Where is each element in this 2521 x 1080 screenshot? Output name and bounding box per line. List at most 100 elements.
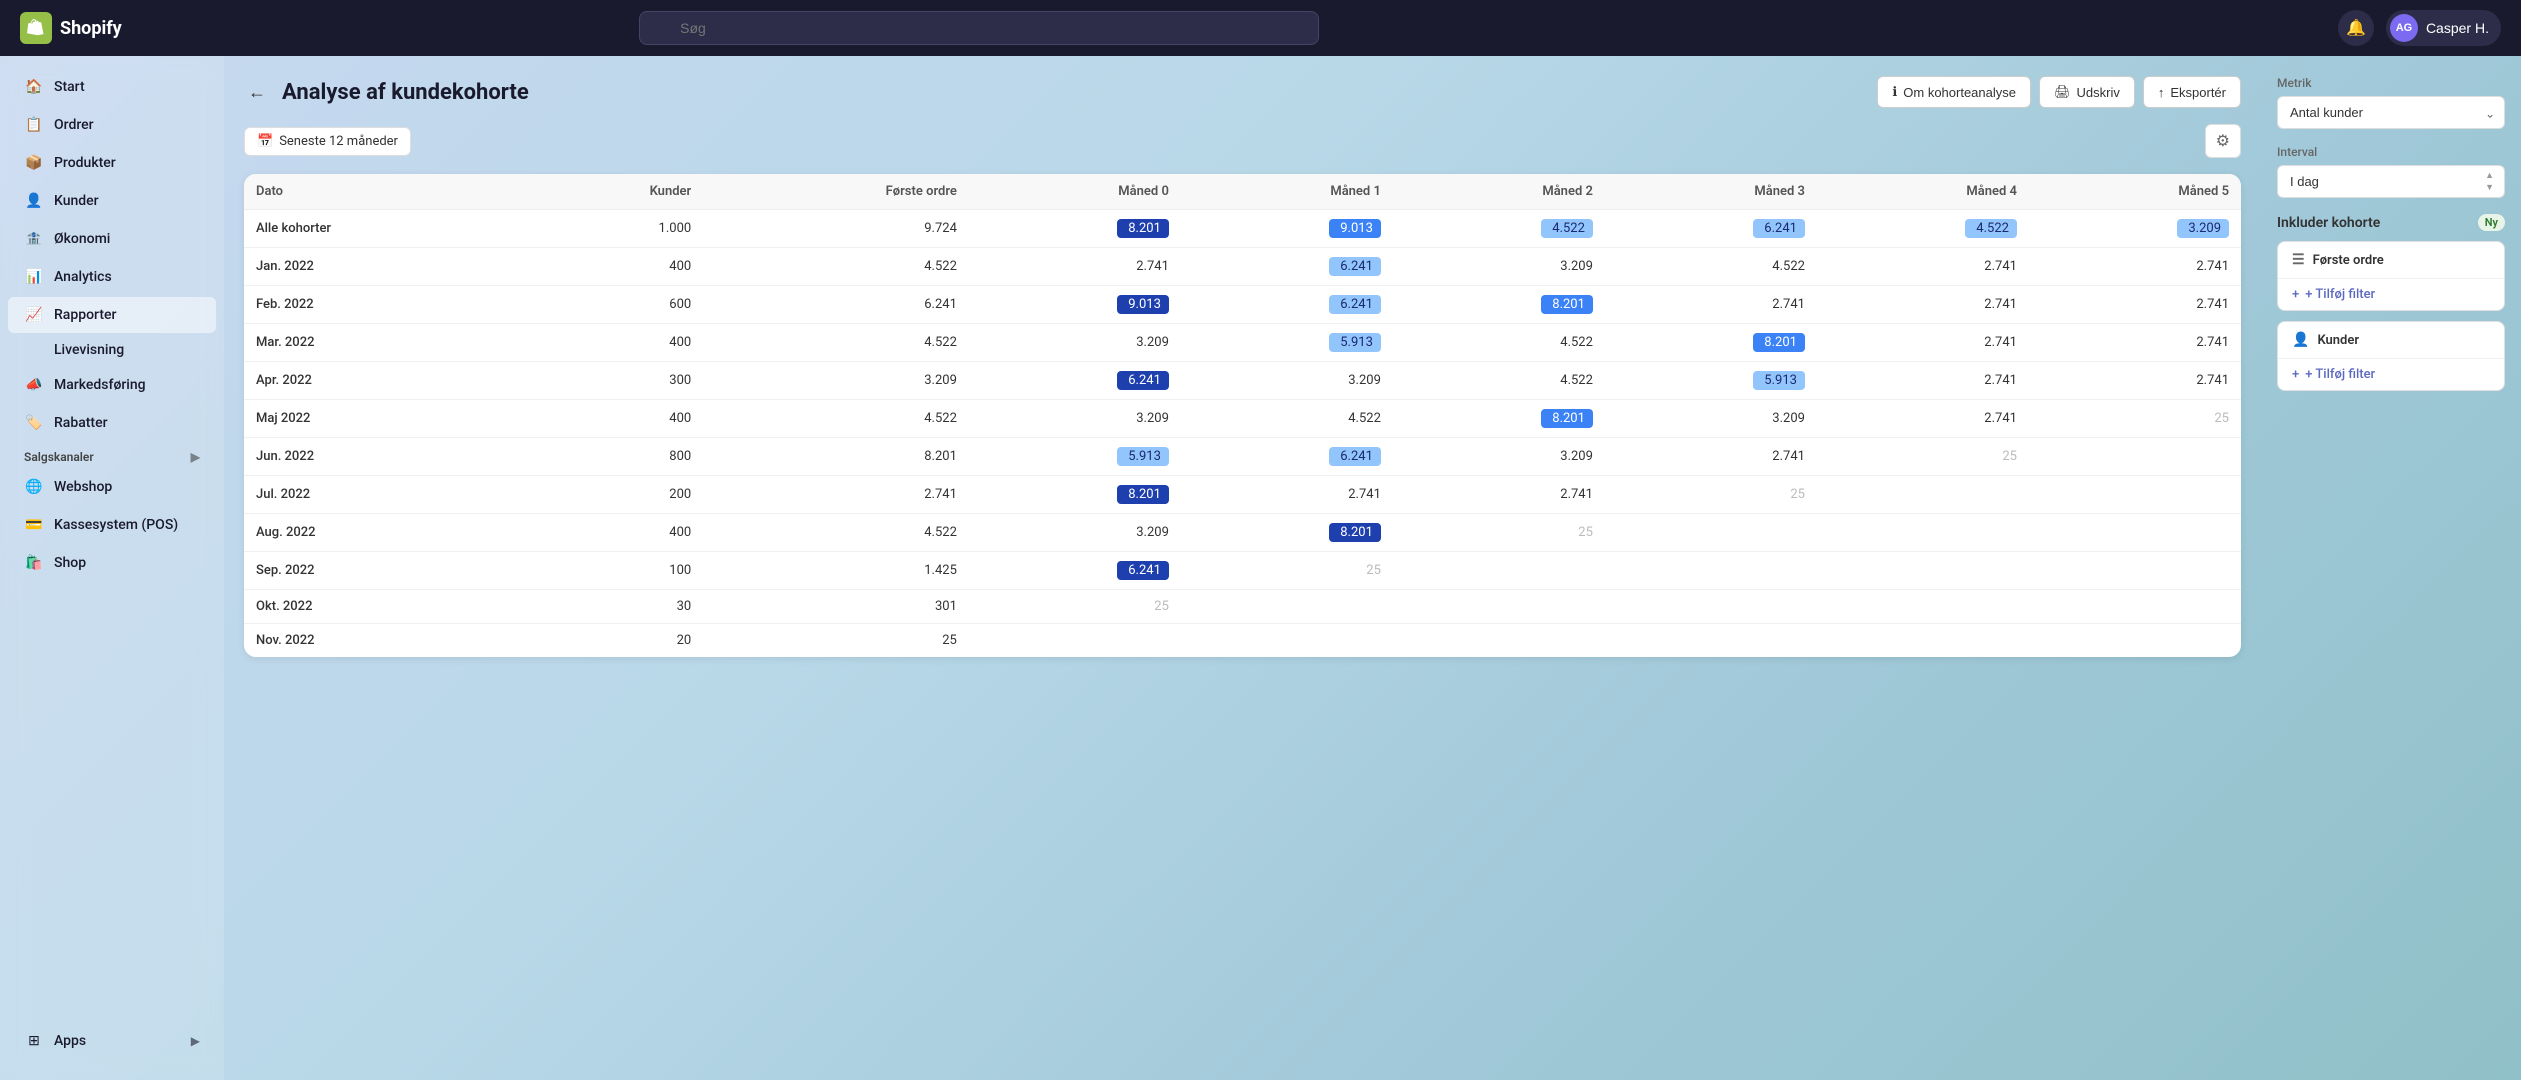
table-row: Okt. 20223030125	[244, 590, 2241, 624]
cell-m3	[1605, 590, 1817, 624]
pos-icon: 💳	[24, 515, 44, 535]
cell-forste: 4.522	[703, 248, 969, 286]
cell-m5: 2.741	[2029, 362, 2241, 400]
sidebar-item-ordrer[interactable]: 📋 Ordrer	[8, 107, 216, 143]
cell-m5: 2.741	[2029, 286, 2241, 324]
cell-forste: 9.724	[703, 210, 969, 248]
table-row: Sep. 20221001.4256.24125	[244, 552, 2241, 590]
sidebar-item-webshop[interactable]: 🌐 Webshop	[8, 469, 216, 505]
search-input[interactable]	[639, 11, 1319, 45]
notifications-button[interactable]: 🔔	[2338, 10, 2374, 46]
sidebar-item-kunder[interactable]: 👤 Kunder	[8, 183, 216, 219]
cell-m2	[1393, 590, 1605, 624]
table-scroll[interactable]: Dato Kunder Første ordre Måned 0 Måned 1…	[244, 174, 2241, 657]
list-icon: ☰	[2292, 252, 2305, 268]
cell-dato: Nov. 2022	[244, 624, 520, 658]
cell-m3: 25	[1605, 476, 1817, 514]
cell-m1	[1181, 624, 1393, 658]
sidebar-item-analytics[interactable]: 📊 Analytics	[8, 259, 216, 295]
cell-m1: 2.741	[1181, 476, 1393, 514]
cell-forste: 6.241	[703, 286, 969, 324]
sidebar-item-shop[interactable]: 🛍️ Shop	[8, 545, 216, 581]
settings-icon: ⚙	[2216, 133, 2230, 150]
cell-forste: 2.741	[703, 476, 969, 514]
cell-forste: 301	[703, 590, 969, 624]
om-kohorteanalyse-button[interactable]: ℹ Om kohorteanalyse	[1877, 76, 2031, 108]
cell-m0: 6.241	[969, 362, 1181, 400]
cell-dato: Alle kohorter	[244, 210, 520, 248]
sidebar-item-start[interactable]: 🏠 Start	[8, 69, 216, 105]
cell-m2: 4.522	[1393, 210, 1605, 248]
cell-m4	[1817, 624, 2029, 658]
header-actions: ℹ Om kohorteanalyse 🖨 Udskriv ↑ Eksporté…	[1877, 76, 2241, 108]
interval-section: Interval ▲ ▼	[2277, 145, 2505, 198]
eksporter-button[interactable]: ↑ Eksportér	[2143, 76, 2241, 108]
sidebar-item-rapporter[interactable]: 📈 Rapporter	[8, 297, 216, 333]
sidebar-item-label: Rabatter	[54, 415, 108, 431]
add-filter-button-1[interactable]: + + Tilføj filter	[2278, 279, 2504, 310]
table-row: Jul. 20222002.7418.2012.7412.74125	[244, 476, 2241, 514]
table-row: Mar. 20224004.5223.2095.9134.5228.2012.7…	[244, 324, 2241, 362]
cell-m0: 8.201	[969, 210, 1181, 248]
shopify-logo-icon	[20, 12, 52, 44]
cell-kunder: 400	[520, 324, 703, 362]
sidebar-item-label: Kassesystem (POS)	[54, 517, 178, 533]
print-icon: 🖨	[2054, 84, 2071, 100]
back-button[interactable]: ←	[244, 78, 270, 107]
chart-options-button[interactable]: ⚙	[2205, 124, 2241, 158]
topnav-right: 🔔 AG Casper H.	[2338, 10, 2501, 46]
avatar: AG	[2390, 14, 2418, 42]
sidebar-item-markedsforing[interactable]: 📣 Markedsføring	[8, 367, 216, 403]
cell-m2: 8.201	[1393, 400, 1605, 438]
table-header-row: Dato Kunder Første ordre Måned 0 Måned 1…	[244, 174, 2241, 210]
export-icon: ↑	[2158, 85, 2165, 100]
metrik-select[interactable]: Antal kunder	[2277, 96, 2505, 129]
search-container	[639, 11, 1319, 45]
cell-m4: 2.741	[1817, 400, 2029, 438]
cell-m5	[2029, 514, 2241, 552]
cell-m3	[1605, 624, 1817, 658]
inkluder-label: Inkluder kohorte	[2277, 215, 2380, 231]
sidebar-item-produkter[interactable]: 📦 Produkter	[8, 145, 216, 181]
sidebar-item-rabatter[interactable]: 🏷️ Rabatter	[8, 405, 216, 441]
cell-m4: 4.522	[1817, 210, 2029, 248]
sidebar-bottom: ⊞ Apps ▶	[0, 1014, 224, 1068]
interval-input[interactable]	[2277, 165, 2505, 198]
cell-m0: 3.209	[969, 400, 1181, 438]
user-menu-button[interactable]: AG Casper H.	[2386, 10, 2501, 46]
cell-m2: 25	[1393, 514, 1605, 552]
cell-m0	[969, 624, 1181, 658]
cell-m3: 8.201	[1605, 324, 1817, 362]
col-m4: Måned 4	[1817, 174, 2029, 210]
apps-button[interactable]: ⊞ Apps ▶	[8, 1023, 216, 1059]
date-filter-chip[interactable]: 📅 Seneste 12 måneder	[244, 127, 411, 156]
cell-forste: 4.522	[703, 400, 969, 438]
cell-forste: 8.201	[703, 438, 969, 476]
udskriv-button[interactable]: 🖨 Udskriv	[2039, 76, 2135, 108]
cell-m5	[2029, 624, 2241, 658]
cell-m5: 2.741	[2029, 324, 2241, 362]
add-filter-button-2[interactable]: + + Tilføj filter	[2278, 359, 2504, 390]
cell-m0: 9.013	[969, 286, 1181, 324]
interval-up-button[interactable]: ▲	[2482, 170, 2497, 181]
webshop-icon: 🌐	[24, 477, 44, 497]
sidebar-item-livevisning[interactable]: Livevisning	[8, 335, 216, 365]
sidebar-item-okonomi[interactable]: 🏦 Økonomi	[8, 221, 216, 257]
cell-m4	[1817, 514, 2029, 552]
col-m0: Måned 0	[969, 174, 1181, 210]
calendar-icon: 📅	[257, 134, 273, 149]
forste-ordre-label: Første ordre	[2313, 253, 2384, 268]
interval-down-button[interactable]: ▼	[2482, 182, 2497, 193]
marketing-icon: 📣	[24, 375, 44, 395]
cell-dato: Jul. 2022	[244, 476, 520, 514]
shop-icon: 🛍️	[24, 553, 44, 573]
cell-dato: Okt. 2022	[244, 590, 520, 624]
cell-kunder: 400	[520, 248, 703, 286]
page-title: Analyse af kundekohorte	[282, 80, 529, 105]
date-filter-label: Seneste 12 måneder	[279, 134, 398, 149]
apps-chevron-icon: ▶	[191, 1034, 200, 1048]
sidebar-item-kassesystem[interactable]: 💳 Kassesystem (POS)	[8, 507, 216, 543]
interval-arrows: ▲ ▼	[2482, 170, 2497, 193]
ny-badge: Ny	[2478, 214, 2505, 231]
plus-icon-2: +	[2292, 367, 2299, 382]
